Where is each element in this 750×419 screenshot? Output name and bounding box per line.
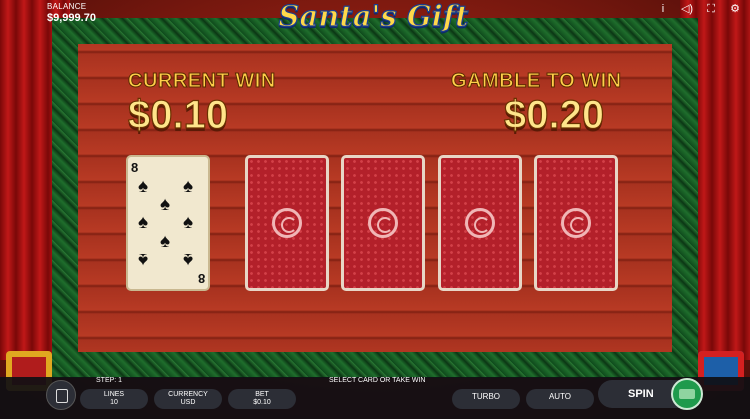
dealer-card: 8 8 ♠ ♠ ♠ ♠ ♠ ♠ ♠ ♠	[126, 155, 210, 291]
turbo-button[interactable]: TURBO	[452, 389, 520, 409]
card-rank-top: 8	[131, 160, 139, 175]
balance-label: BALANCE	[47, 2, 87, 11]
spade-icon: ♠	[138, 249, 149, 270]
lines-value: 10	[110, 399, 118, 406]
spade-icon: ♠	[160, 231, 171, 252]
fullscreen-icon[interactable]: ⛶	[702, 2, 720, 16]
face-down-card-1[interactable]	[245, 155, 329, 291]
lines-label: LINES	[103, 391, 125, 398]
face-down-card-2[interactable]	[341, 155, 425, 291]
currency-control[interactable]: CURRENCY USD	[154, 389, 222, 409]
card-back-emblem-icon	[561, 208, 591, 238]
settings-icon[interactable]: ⚙	[726, 2, 744, 16]
auto-button[interactable]: AUTO	[526, 389, 594, 409]
bet-control[interactable]: BET $0.10	[228, 389, 296, 409]
currency-value: USD	[180, 399, 196, 406]
card-rank-bottom: 8	[197, 271, 205, 286]
gamble-to-win-label: GAMBLE TO WIN	[451, 70, 622, 93]
take-win-button[interactable]	[671, 378, 703, 410]
top-toolbar: i ◁) ⛶ ⚙	[654, 2, 744, 16]
spade-icon: ♠	[183, 176, 194, 197]
spade-icon: ♠	[138, 176, 149, 197]
status-message: SELECT CARD OR TAKE WIN	[329, 377, 426, 384]
lines-control[interactable]: LINES 10	[80, 389, 148, 409]
bet-value: $0.10	[253, 399, 271, 406]
step-counter: STEP: 1	[96, 377, 123, 384]
sound-icon[interactable]: ◁)	[678, 2, 696, 16]
spade-icon: ♠	[138, 212, 149, 233]
current-win-value: $0.10	[127, 92, 229, 137]
spade-icon: ♠	[183, 249, 194, 270]
cards-icon	[56, 389, 68, 403]
balance-value: $9,999.70	[47, 12, 96, 24]
current-win-label: CURRENT WIN	[128, 70, 276, 93]
face-down-card-3[interactable]	[438, 155, 522, 291]
gamble-to-win-value: $0.20	[503, 92, 605, 137]
currency-label: CURRENCY	[168, 391, 208, 398]
game-logo: Santa's Gift	[278, 0, 469, 34]
spade-icon: ♠	[160, 194, 171, 215]
bet-label: BET	[255, 391, 269, 398]
card-back-emblem-icon	[368, 208, 398, 238]
info-icon[interactable]: i	[654, 2, 672, 16]
card-back-emblem-icon	[272, 208, 302, 238]
gamble-menu-button[interactable]	[46, 380, 76, 410]
face-down-card-4[interactable]	[534, 155, 618, 291]
game-stage: BALANCE $9,999.70 Santa's Gift i ◁) ⛶ ⚙ …	[0, 0, 750, 419]
card-back-emblem-icon	[465, 208, 495, 238]
cash-icon	[679, 389, 695, 399]
spade-icon: ♠	[183, 212, 194, 233]
